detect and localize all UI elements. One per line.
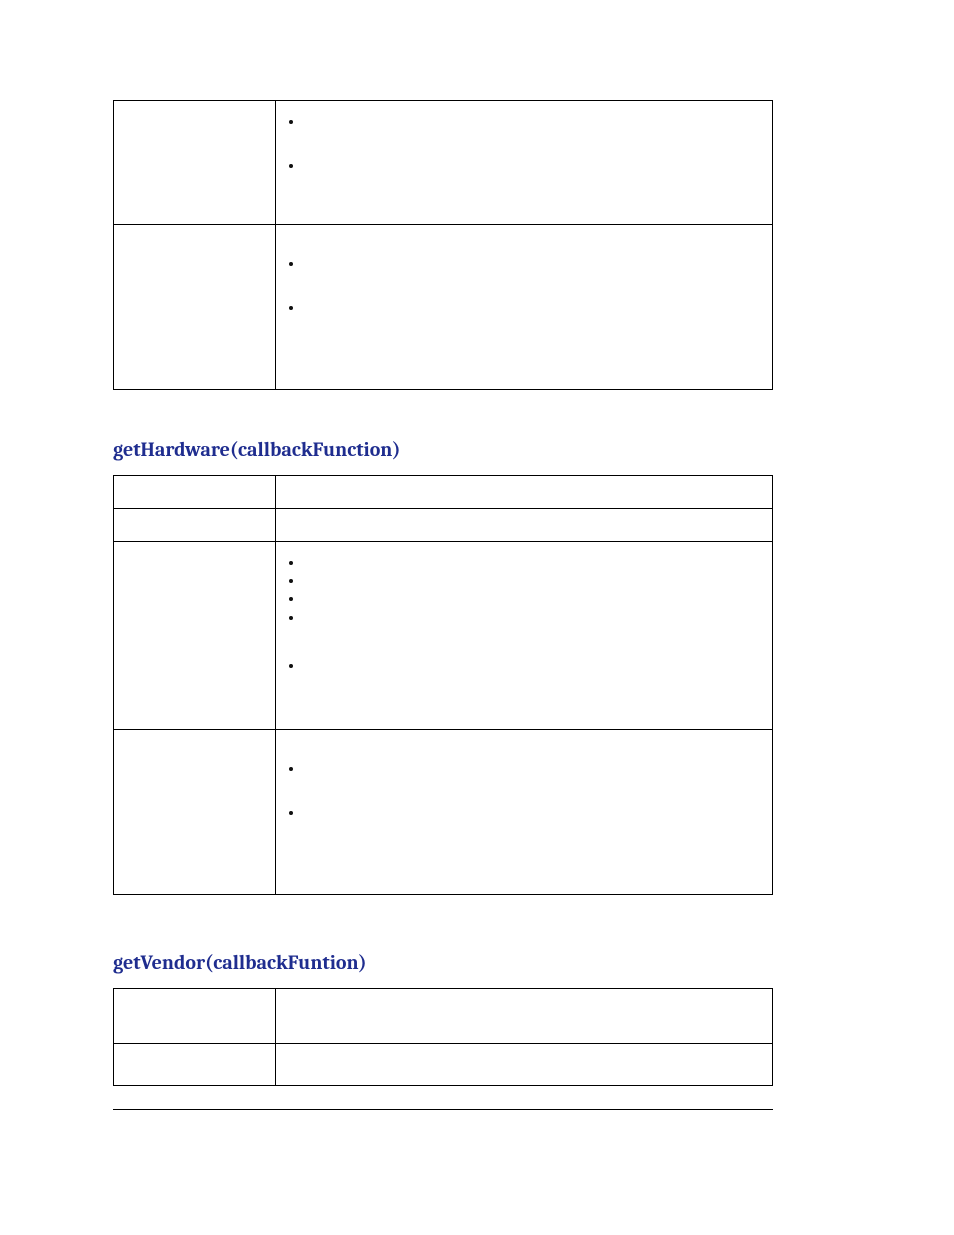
table-row [114,730,773,895]
table-row [114,989,773,1044]
bullet-item [304,590,762,608]
bullet-item [304,804,762,822]
api-table-2 [113,475,773,895]
bullet-list [304,760,762,822]
row-label [114,542,276,730]
row-content [276,476,773,509]
row-content [276,101,773,225]
api-table-3 [113,988,773,1086]
row-label [114,989,276,1044]
bullet-item [304,255,762,273]
table-row [114,476,773,509]
row-label [114,730,276,895]
row-content [276,225,773,390]
bullet-list [304,113,762,175]
row-label [114,476,276,509]
bullet-item [304,157,762,175]
bullet-list [304,554,762,675]
bullet-list [304,255,762,317]
row-label [114,225,276,390]
bullet-item [304,609,762,627]
row-label [114,1044,276,1086]
footer-rule [113,1109,773,1110]
bullet-item [304,572,762,590]
row-content [276,730,773,895]
table-row [114,225,773,390]
row-label [114,101,276,225]
table-row [114,509,773,542]
row-content [276,1044,773,1086]
bullet-item [304,554,762,572]
row-label [114,509,276,542]
document-page: getHardware(callbackFunction) [0,0,954,1235]
bullet-item [304,760,762,778]
row-content [276,509,773,542]
table-row [114,1044,773,1086]
row-content [276,542,773,730]
row-content [276,989,773,1044]
method-heading-getvendor: getVendor(callbackFuntion) [113,951,841,974]
table-row [114,101,773,225]
bullet-item [304,299,762,317]
api-table-1 [113,100,773,390]
method-heading-gethardware: getHardware(callbackFunction) [113,438,841,461]
bullet-item [304,657,762,675]
table-row [114,542,773,730]
bullet-item [304,113,762,131]
